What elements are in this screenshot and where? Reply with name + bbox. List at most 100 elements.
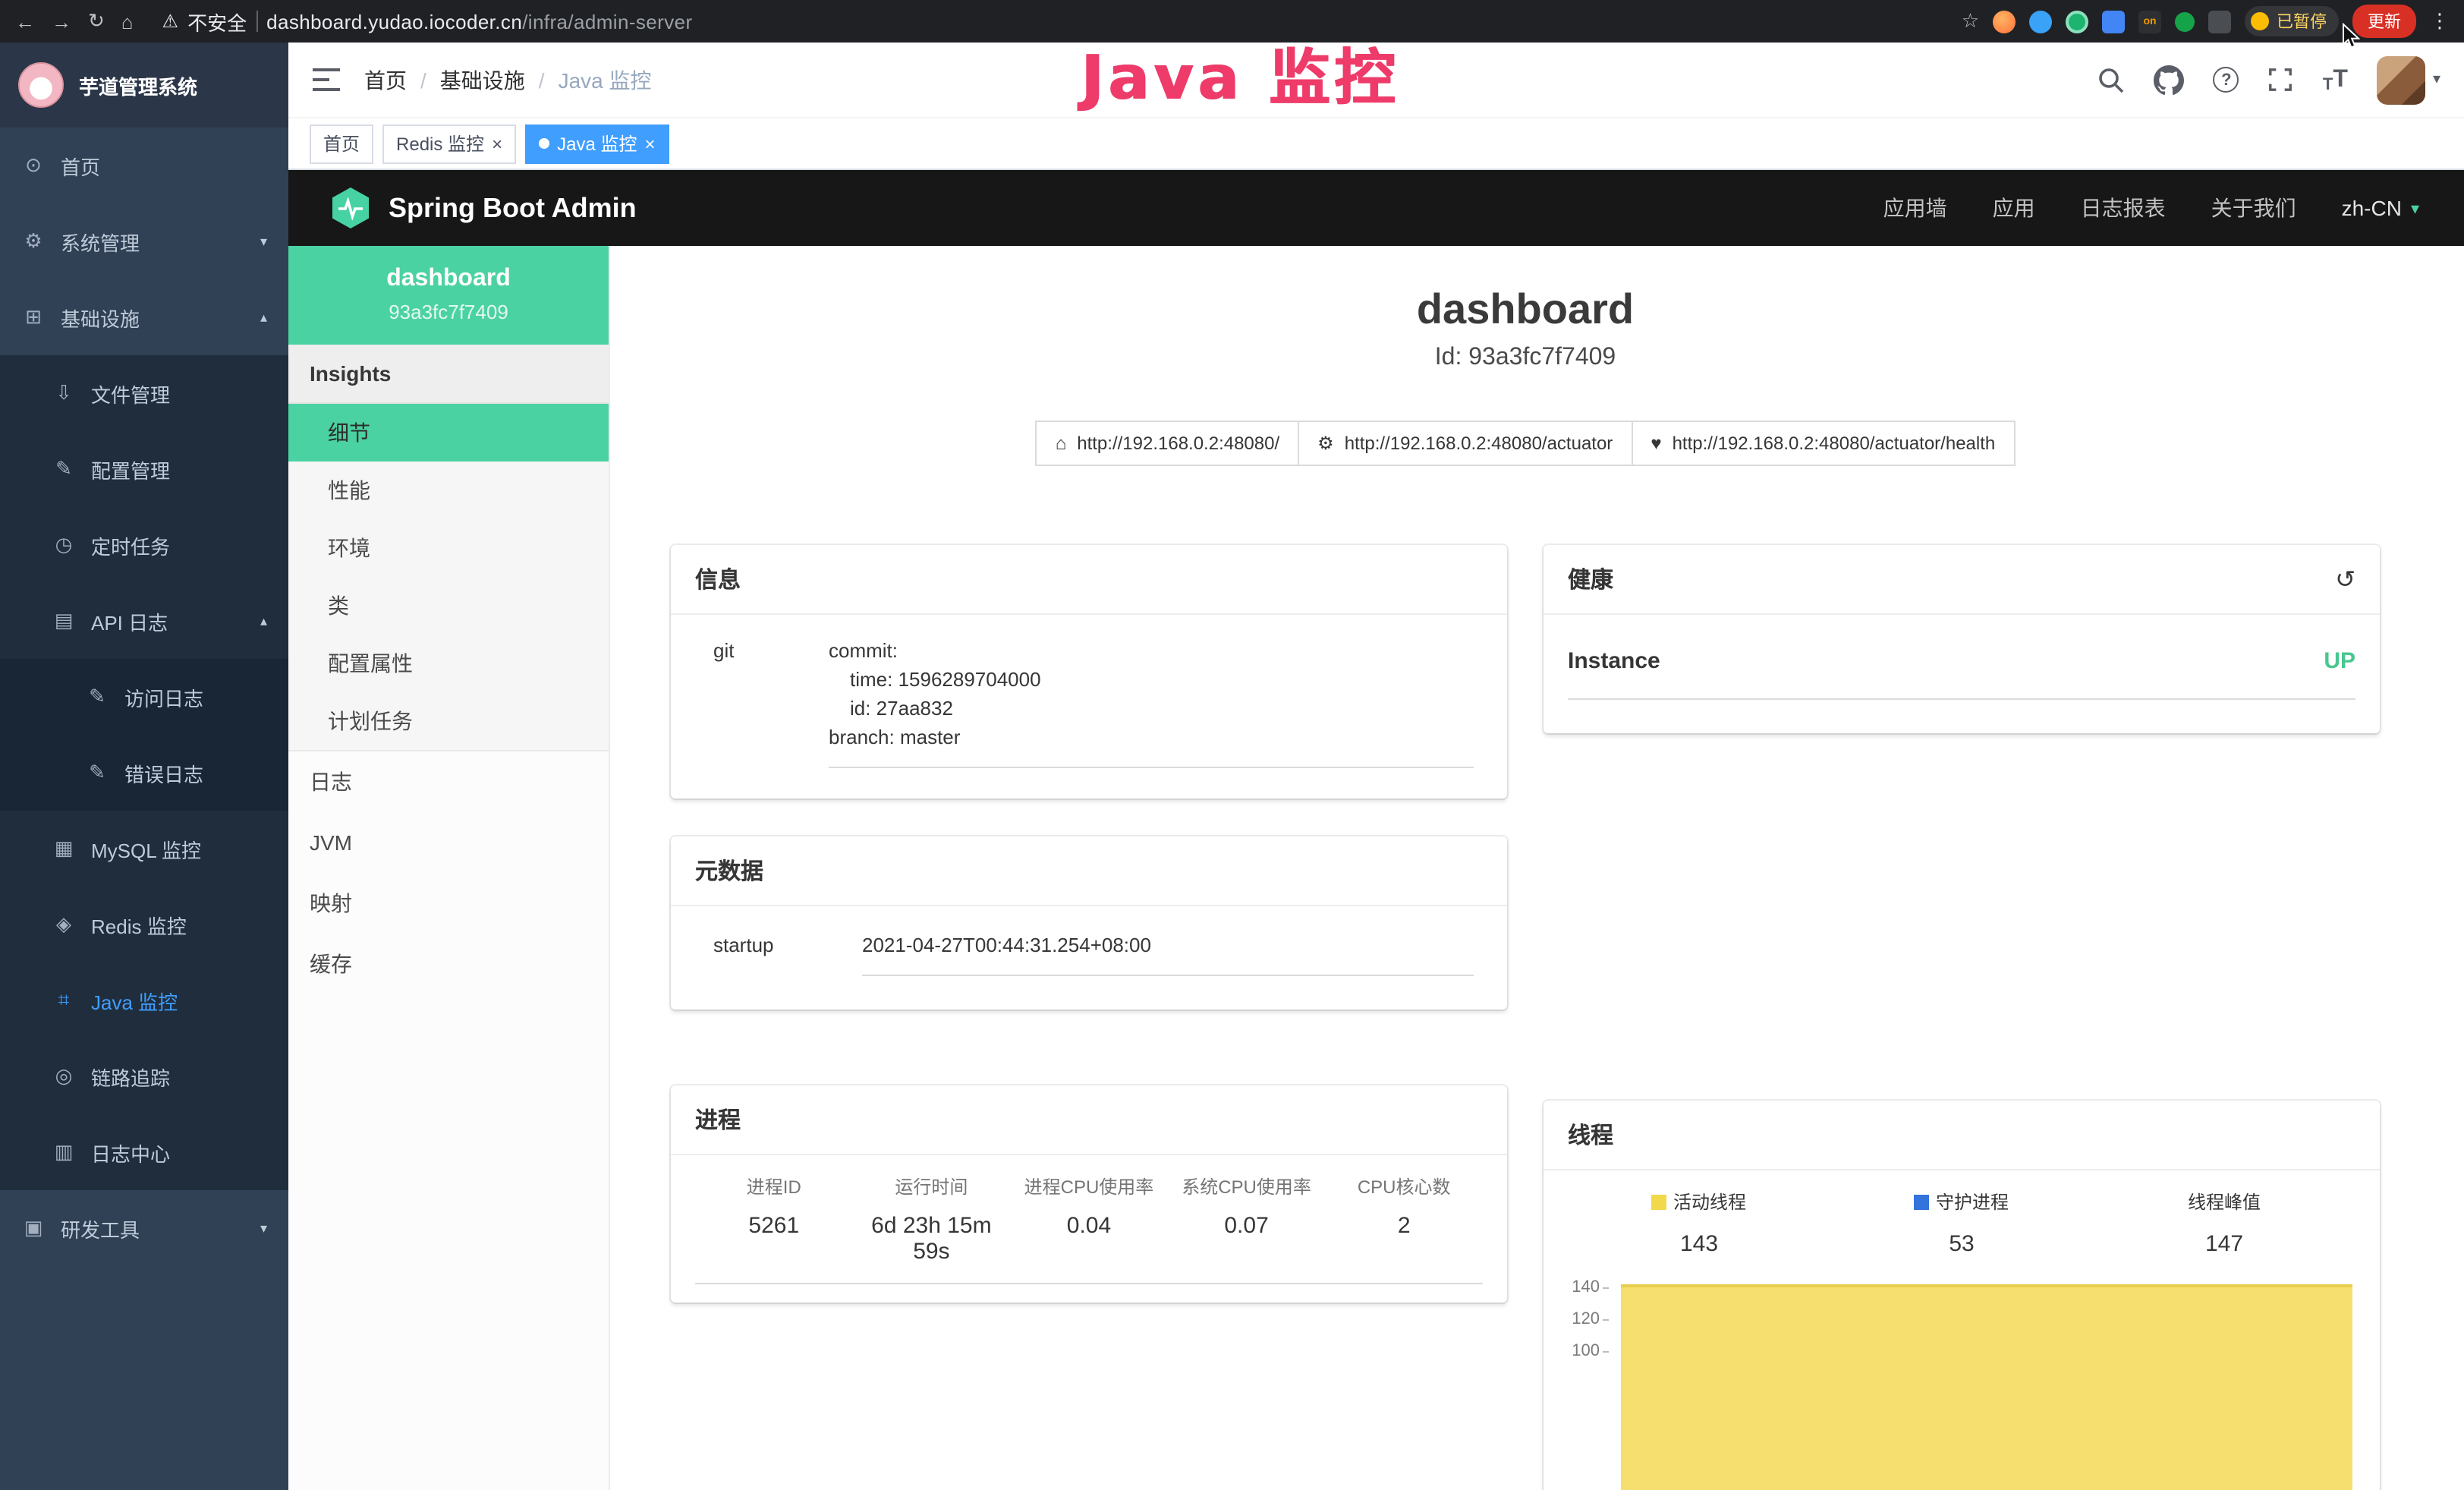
legend-live-threads: 活动线程 143 xyxy=(1568,1189,1830,1257)
legend-peak-threads: 线程峰值 147 xyxy=(2093,1189,2355,1257)
history-icon[interactable]: ↺ xyxy=(2335,564,2355,594)
extension-icon-puzzle[interactable] xyxy=(2208,10,2231,33)
log-center-icon: ▥ xyxy=(52,1140,76,1164)
sba-item-scheduled-tasks[interactable]: 计划任务 xyxy=(288,692,609,750)
extension-icon-onetab[interactable]: on xyxy=(2138,10,2161,33)
doc-edit-icon: ✎ xyxy=(85,761,109,785)
heartbeat-icon: ♥ xyxy=(1651,433,1661,454)
breadcrumb-infrastructure[interactable]: 基础设施 xyxy=(440,65,525,95)
tab-redis-monitor[interactable]: Redis 监控 × xyxy=(382,124,516,163)
app-logo-row[interactable]: 芋道管理系统 xyxy=(0,43,288,128)
hamburger-icon[interactable] xyxy=(313,68,340,91)
sidebar-item-redis-monitor[interactable]: ◈ Redis 监控 xyxy=(0,887,288,962)
threads-legend: 活动线程 143 守护进程 xyxy=(1568,1189,2355,1257)
sidebar-item-label: 配置管理 xyxy=(91,455,170,484)
fullscreen-icon[interactable] xyxy=(2268,67,2294,93)
sba-item-classes[interactable]: 类 xyxy=(288,577,609,635)
user-avatar-menu[interactable]: ▾ xyxy=(2377,55,2440,104)
sidebar-item-label: API 日志 xyxy=(91,606,168,635)
service-url-link[interactable]: ⌂ http://192.168.0.2:48080/ xyxy=(1036,421,1299,466)
sidebar-item-system-management[interactable]: ⚙ 系统管理 ▾ xyxy=(0,203,288,279)
log-icon: ▤ xyxy=(52,609,76,633)
sidebar-item-file-management[interactable]: ⇩ 文件管理 xyxy=(0,355,288,431)
sidebar-item-config-management[interactable]: ✎ 配置管理 xyxy=(0,431,288,507)
sba-locale-select[interactable]: zh-CN ▾ xyxy=(2342,196,2419,220)
dashboard-icon: ⊙ xyxy=(21,153,46,178)
sidebar-item-scheduled-tasks[interactable]: ◷ 定时任务 xyxy=(0,507,288,583)
home-icon: ⌂ xyxy=(1056,433,1067,454)
sba-instance-header[interactable]: dashboard 93a3fc7f7409 xyxy=(288,246,609,345)
extension-icon-green[interactable] xyxy=(2066,10,2088,33)
info-row-value: commit: time: 1596289704000 id: 27aa832 … xyxy=(829,636,1474,768)
sba-menu-applications[interactable]: 应用 xyxy=(1993,193,2035,223)
tab-home[interactable]: 首页 xyxy=(310,124,373,163)
tab-close-icon[interactable]: × xyxy=(644,134,655,153)
sba-item-mappings[interactable]: 映射 xyxy=(288,873,609,934)
url-divider xyxy=(256,11,257,32)
sba-menu-wallboard[interactable]: 应用墙 xyxy=(1883,193,1947,223)
sidebar-item-mysql-monitor[interactable]: ▦ MySQL 监控 xyxy=(0,811,288,887)
extension-icon-drop[interactable] xyxy=(2029,10,2052,33)
sidebar-item-java-monitor[interactable]: ⌗ Java 监控 xyxy=(0,962,288,1038)
browser-back-icon[interactable]: ← xyxy=(15,10,35,33)
sidebar-item-trace[interactable]: ◎ 链路追踪 xyxy=(0,1038,288,1114)
health-url-link[interactable]: ♥ http://192.168.0.2:48080/actuator/heal… xyxy=(1631,421,2015,466)
sidebar-item-infrastructure[interactable]: ⊞ 基础设施 ▴ xyxy=(0,279,288,355)
extension-icon-grid[interactable] xyxy=(2102,10,2125,33)
sidebar-item-log-center[interactable]: ▥ 日志中心 xyxy=(0,1114,288,1190)
font-size-icon[interactable]: TT xyxy=(2323,66,2348,93)
sba-item-details[interactable]: 细节 xyxy=(288,404,609,461)
extension-icon-leaf[interactable] xyxy=(2175,11,2195,31)
metadata-card: 元数据 startup 2021-04-27T00:44:31.254+08:0… xyxy=(671,836,1507,1010)
sidebar-item-access-logs[interactable]: ✎ 访问日志 xyxy=(0,659,288,735)
sidebar-item-home[interactable]: ⊙ 首页 xyxy=(0,128,288,203)
cpu-cores: CPU核心数 2 xyxy=(1325,1173,1483,1265)
search-icon[interactable] xyxy=(2098,66,2126,93)
sba-item-logs[interactable]: 日志 xyxy=(288,751,609,812)
paused-badge[interactable]: 已暂停 xyxy=(2245,6,2339,36)
sba-item-config-props[interactable]: 配置属性 xyxy=(288,635,609,692)
sidebar-item-label: 访问日志 xyxy=(124,682,203,711)
sidebar-item-label: 错误日志 xyxy=(124,758,203,787)
help-icon[interactable]: ? xyxy=(2214,67,2239,93)
sba-item-caches[interactable]: 缓存 xyxy=(288,934,609,994)
tab-close-icon[interactable]: × xyxy=(492,134,502,153)
sba-item-metrics[interactable]: 性能 xyxy=(288,461,609,519)
smiley-icon xyxy=(2251,12,2269,30)
browser-reload-icon[interactable]: ↻ xyxy=(88,9,105,33)
metadata-card-title: 元数据 xyxy=(695,855,763,887)
browser-home-icon[interactable]: ⌂ xyxy=(121,10,134,33)
legend-blue-swatch xyxy=(1915,1194,1930,1209)
sidebar-item-api-logs[interactable]: ▤ API 日志 ▴ xyxy=(0,583,288,659)
sba-main-panel: dashboard Id: 93a3fc7f7409 ⌂ http://192.… xyxy=(610,246,2464,1490)
url-bar[interactable]: ⚠ 不安全 dashboard.yudao.iocoder.cn/infra/a… xyxy=(162,7,693,36)
top-navbar: 首页 / 基础设施 / Java 监控 ? xyxy=(288,43,2464,118)
extension-icon-fox[interactable] xyxy=(1993,10,2016,33)
chevron-up-icon: ▴ xyxy=(260,309,267,326)
sba-instance-name: dashboard xyxy=(304,266,593,293)
edit-icon: ✎ xyxy=(52,457,76,481)
sidebar-item-label: MySQL 监控 xyxy=(91,834,201,863)
instance-links: ⌂ http://192.168.0.2:48080/ ⚙ http://192… xyxy=(671,421,2380,466)
sidebar-item-error-logs[interactable]: ✎ 错误日志 xyxy=(0,735,288,811)
browser-update-button[interactable]: 更新 xyxy=(2352,5,2416,38)
sba-item-environment[interactable]: 环境 xyxy=(288,519,609,577)
github-icon[interactable] xyxy=(2154,65,2185,95)
browser-chrome: ← → ↻ ⌂ ⚠ 不安全 dashboard.yudao.iocoder.cn… xyxy=(0,0,2464,43)
wrench-icon: ⚙ xyxy=(1317,433,1334,454)
actuator-url-link[interactable]: ⚙ http://192.168.0.2:48080/actuator xyxy=(1298,421,1632,466)
bookmark-star-icon[interactable]: ☆ xyxy=(1962,9,1979,33)
sidebar-item-label: 研发工具 xyxy=(61,1214,140,1243)
sba-menu-about[interactable]: 关于我们 xyxy=(2211,193,2296,223)
sba-item-jvm[interactable]: JVM xyxy=(288,812,609,873)
browser-forward-icon[interactable]: → xyxy=(52,10,71,33)
breadcrumb-home[interactable]: 首页 xyxy=(364,65,407,95)
browser-menu-icon[interactable]: ⋮ xyxy=(2430,9,2450,33)
tab-java-monitor[interactable]: Java 监控 × xyxy=(525,124,669,163)
threads-chart: 140 120 100 xyxy=(1568,1278,2355,1490)
sidebar-item-dev-tools[interactable]: ▣ 研发工具 ▾ xyxy=(0,1190,288,1266)
url-path: /infra/admin-server xyxy=(522,10,692,33)
warning-icon: ⚠ xyxy=(162,11,179,32)
y-axis-tick: 140 xyxy=(1568,1278,1609,1296)
sba-menu-journal[interactable]: 日志报表 xyxy=(2081,193,2166,223)
